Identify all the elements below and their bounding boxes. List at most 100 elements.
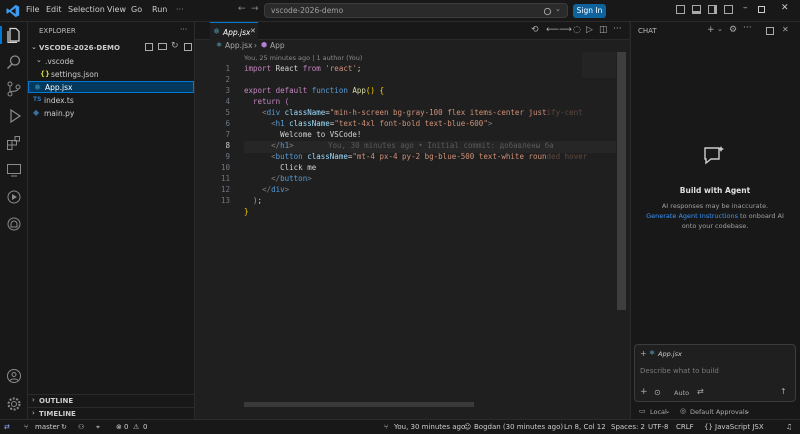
maximize-icon[interactable] [758, 6, 765, 13]
warning-count[interactable]: 0 [143, 423, 147, 431]
branch-icon: ⑂ [24, 423, 29, 431]
menu-selection[interactable]: Selection [68, 5, 105, 14]
chat-input-box[interactable]: + ⚛ App.jsx Describe what to build + ⊙ A… [634, 344, 796, 402]
run-icon[interactable]: ▷ [586, 25, 593, 35]
new-file-icon[interactable] [145, 43, 153, 51]
close-tab-icon[interactable]: ✕ [250, 27, 256, 35]
breadcrumb-file[interactable]: App.jsx [225, 41, 252, 50]
accounts-icon[interactable] [6, 368, 22, 384]
language-mode[interactable]: JavaScript JSX [715, 423, 764, 431]
new-folder-icon[interactable] [158, 43, 167, 50]
toggle-panel-icon[interactable] [692, 5, 701, 14]
forward-arrow-icon[interactable]: → [251, 4, 259, 14]
indentation[interactable]: Spaces: 2 [611, 423, 645, 431]
chevron-down-icon[interactable]: ⌄ [717, 25, 723, 33]
code-editor[interactable]: You, 25 minutes ago | 1 author (You) 1 2… [195, 52, 617, 414]
go-back-icon[interactable]: ⟵ [546, 25, 559, 35]
settings-gear-icon[interactable]: ⚙ [729, 25, 737, 35]
tree-item-vscode-folder[interactable]: ⌄ .vscode [28, 55, 195, 67]
codelens-blame[interactable]: You, 25 minutes ago | 1 author (You) [244, 54, 362, 62]
error-icon[interactable]: ⊗ [116, 423, 122, 431]
menu-go[interactable]: Go [131, 5, 142, 14]
new-chat-icon[interactable]: + [707, 25, 715, 35]
close-panel-icon[interactable]: ✕ [782, 25, 789, 34]
cursor-position[interactable]: Ln 8, Col 12 [564, 423, 606, 431]
adjust-icon[interactable]: ⇄ [697, 387, 704, 396]
attach-context-icon[interactable]: + [640, 349, 647, 358]
copilot-status-icon[interactable]: ⚇ [78, 423, 84, 431]
chat-input-field[interactable]: Describe what to build [640, 367, 719, 375]
git-blame-icon: ⑂ [384, 423, 389, 431]
tree-item-main-py[interactable]: ◆ main.py [28, 107, 195, 119]
copilot-extension-icon[interactable] [6, 216, 22, 232]
tools-icon[interactable]: ⊙ [654, 388, 661, 397]
tree-item-label: main.py [44, 109, 75, 118]
more-menu-icon[interactable]: ··· [176, 5, 184, 14]
explorer-icon[interactable] [6, 27, 22, 43]
breadcrumb-symbol[interactable]: App [270, 41, 285, 50]
chevron-down-icon[interactable]: ⌄ [31, 43, 37, 51]
line-ending[interactable]: CRLF [676, 423, 694, 431]
minimize-icon[interactable]: – [743, 3, 748, 13]
command-center-search[interactable]: vscode-2026-demo ⌄ [264, 3, 568, 18]
refresh-icon[interactable]: ↻ [171, 41, 179, 51]
error-count[interactable]: 0 [124, 423, 128, 431]
toggle-sidebar-icon[interactable] [676, 5, 685, 14]
author-status[interactable]: Bogdan (30 minutes ago) [474, 423, 563, 431]
context-file-chip[interactable]: App.jsx [658, 350, 682, 358]
go-forward-icon[interactable]: ⟶ [559, 25, 572, 35]
copilot-icon[interactable] [543, 7, 552, 16]
notifications-bell-icon[interactable]: ♫ [786, 423, 792, 431]
code-line: } [244, 207, 249, 216]
git-blame-status[interactable]: You, 30 minutes ago [394, 423, 465, 431]
chevron-down-icon[interactable]: ⌄ [555, 5, 561, 13]
timeline-icon[interactable]: ◌ [573, 25, 581, 35]
toggle-secondary-sidebar-icon[interactable] [708, 5, 717, 14]
remote-explorer-icon[interactable] [6, 162, 22, 178]
source-control-icon[interactable] [6, 81, 22, 97]
customize-layout-icon[interactable] [724, 5, 733, 14]
vertical-scrollbar[interactable] [617, 52, 626, 310]
tree-item-settings-json[interactable]: {} settings.json [28, 68, 195, 80]
tab-app-jsx[interactable]: ⚛ App.jsx ✕ [210, 22, 258, 40]
add-icon[interactable]: + [640, 387, 648, 397]
maximize-panel-icon[interactable] [766, 27, 774, 35]
send-arrow-icon[interactable]: ↑ [780, 387, 787, 396]
minimap[interactable] [582, 52, 616, 78]
remote-icon[interactable]: ⇄ [4, 423, 10, 431]
back-arrow-icon[interactable]: ← [238, 4, 246, 14]
outline-section[interactable]: › OUTLINE [28, 395, 195, 407]
more-actions-icon[interactable]: ··· [180, 25, 187, 34]
sync-icon[interactable]: ↻ [61, 423, 67, 431]
menu-edit[interactable]: Edit [46, 5, 62, 14]
workspace-root[interactable]: VSCODE-2026-DEMO [39, 44, 120, 52]
encoding[interactable]: UTF-8 [648, 423, 668, 431]
mode-selector[interactable]: Auto [674, 389, 689, 397]
sign-in-button[interactable]: Sign In [573, 4, 606, 18]
chevron-down-icon[interactable]: ⌄ [745, 407, 750, 415]
branch-name[interactable]: master [35, 423, 60, 431]
chevron-down-icon[interactable]: ⌄ [665, 407, 670, 415]
approvals-selector[interactable]: Default Approvals [690, 408, 748, 416]
more-actions-icon[interactable]: ··· [613, 24, 622, 34]
menu-file[interactable]: File [26, 5, 39, 14]
tree-item-app-jsx[interactable]: ⚛ App.jsx [28, 81, 194, 93]
more-actions-icon[interactable]: ··· [743, 23, 752, 33]
split-editor-icon[interactable]: ◫ [599, 25, 608, 35]
close-icon[interactable]: ✕ [781, 3, 789, 13]
search-icon[interactable] [6, 54, 22, 70]
extensions-icon[interactable] [6, 135, 22, 151]
open-changes-icon[interactable]: ⟲ [531, 25, 539, 35]
tree-item-index-ts[interactable]: TS index.ts [28, 94, 195, 106]
testing-icon[interactable] [6, 189, 22, 205]
collapse-all-icon[interactable] [184, 43, 192, 51]
generate-instructions-link[interactable]: Generate Agent Instructions [646, 212, 738, 220]
run-debug-icon[interactable] [6, 108, 22, 124]
settings-gear-icon[interactable] [6, 396, 22, 412]
warning-icon[interactable]: ⚠ [133, 423, 139, 431]
tree-item-label: settings.json [51, 70, 99, 79]
menu-view[interactable]: View [107, 5, 126, 14]
horizontal-scrollbar[interactable] [244, 402, 474, 407]
debug-icon[interactable]: ⌖ [96, 423, 100, 432]
menu-run[interactable]: Run [152, 5, 167, 14]
